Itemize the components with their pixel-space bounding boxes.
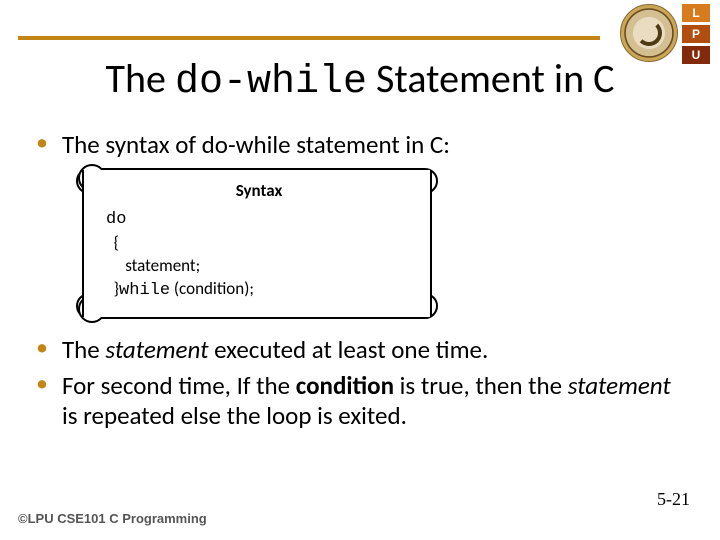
- b1-pre: The: [62, 334, 105, 365]
- syntax-scroll: Syntax do { statement; }while (condition…: [82, 170, 432, 317]
- slide-body: • The syntax of do-while statement in C:…: [36, 130, 684, 437]
- b2-post: is repeated else the loop is exited.: [62, 400, 407, 431]
- bullet-dot-icon: •: [36, 335, 48, 365]
- bullet-dot-icon: •: [36, 130, 48, 160]
- code-open-brace: {: [106, 232, 119, 253]
- code-condition: (condition);: [170, 278, 254, 299]
- code-statement: statement;: [106, 255, 200, 276]
- scroll-body: Syntax do { statement; }while (condition…: [82, 170, 432, 317]
- footer-copyright: ©LPU CSE101 C Programming: [18, 511, 207, 526]
- title-mono: do-while: [175, 60, 367, 105]
- b1-post: executed at least one time.: [208, 334, 488, 365]
- lpu-tile-l: L: [682, 4, 710, 22]
- b2-mid: is true, then the: [394, 370, 568, 401]
- header-rule: [18, 36, 600, 40]
- syntax-label: Syntax: [106, 180, 412, 201]
- b1-em: statement: [105, 334, 208, 365]
- b2-bold: condition: [296, 370, 394, 401]
- footer-page-number: 5-21: [657, 489, 690, 510]
- b2-pre: For second time, If the: [62, 370, 296, 401]
- bullet-dot-icon: •: [36, 371, 48, 431]
- code-while: while: [119, 281, 170, 300]
- bullet-1-text: The statement executed at least one time…: [62, 335, 488, 365]
- code-close-brace: }: [106, 278, 119, 299]
- bullet-2: • For second time, If the condition is t…: [36, 371, 684, 431]
- slide-title: The do-while Statement in C: [0, 54, 720, 105]
- title-post: Statement in C: [367, 54, 615, 103]
- title-pre: The: [106, 54, 175, 103]
- intro-text: The syntax of do-while statement in C:: [62, 130, 450, 160]
- b2-em: statement: [568, 370, 671, 401]
- code-do: do: [106, 210, 126, 229]
- bullet-1: • The statement executed at least one ti…: [36, 335, 684, 365]
- syntax-code: do { statement; }while (condition);: [106, 207, 412, 303]
- bullet-2-text: For second time, If the condition is tru…: [62, 371, 684, 431]
- lpu-tile-p: P: [682, 25, 710, 43]
- bullet-intro: • The syntax of do-while statement in C:: [36, 130, 684, 160]
